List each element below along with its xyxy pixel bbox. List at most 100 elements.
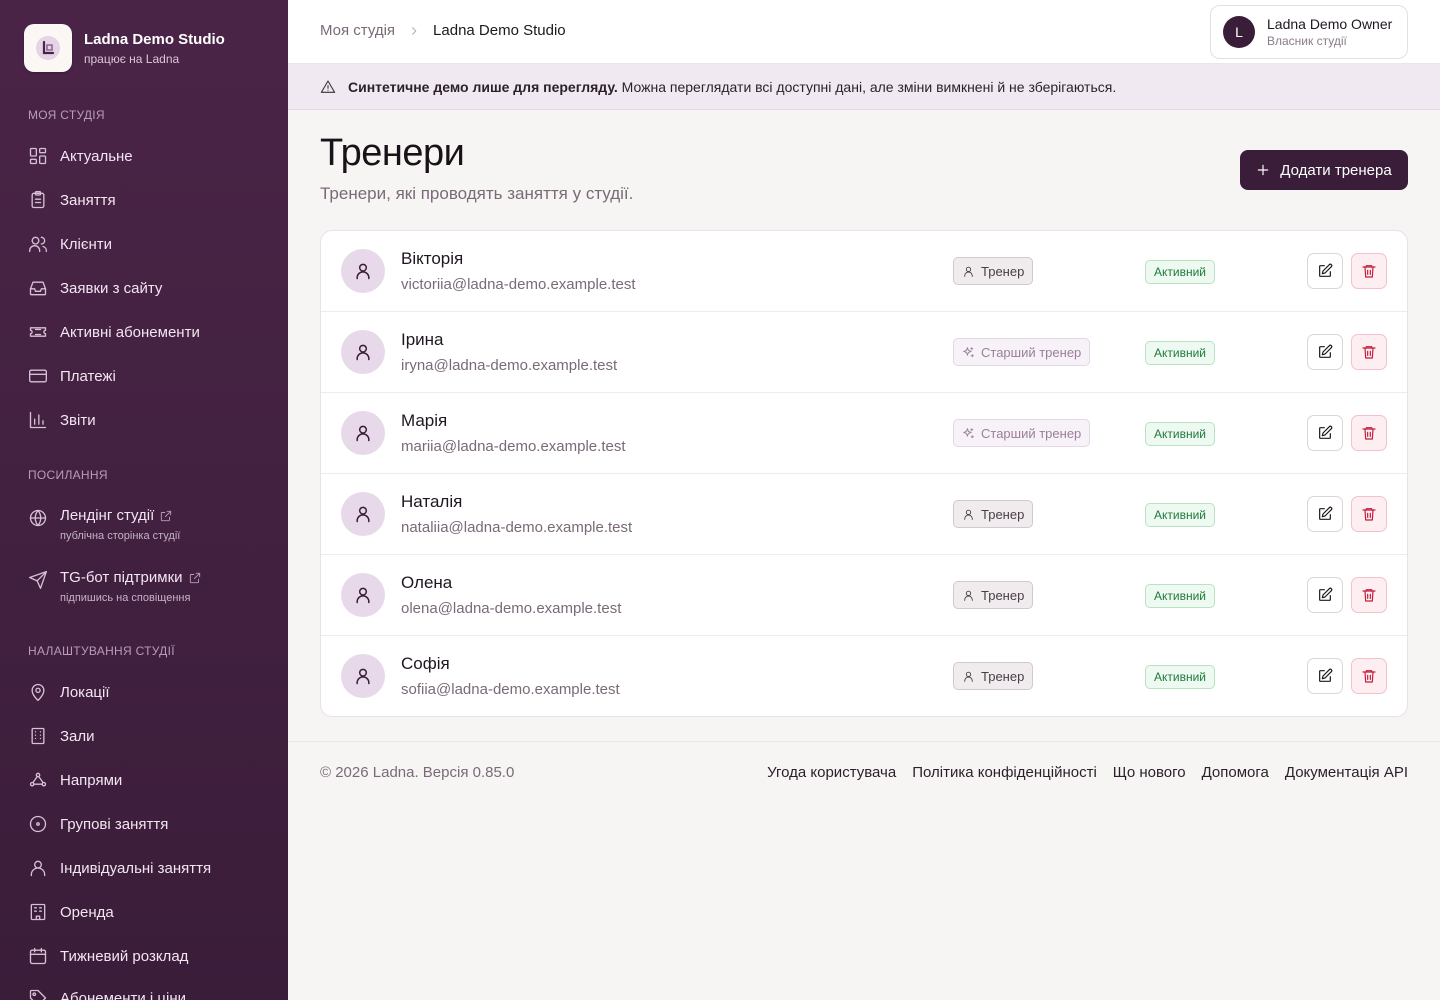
- trainer-name: Наталія: [401, 492, 463, 511]
- edit-button[interactable]: [1307, 253, 1343, 289]
- sidebar-item-label: Групові заняття: [60, 815, 169, 833]
- sidebar-item-passes-prices[interactable]: Абонементи і ціни: [28, 986, 186, 1000]
- trainer-name: Вікторія: [401, 249, 464, 268]
- sidebar-item-clients[interactable]: Клієнти: [28, 232, 112, 256]
- sidebar-item-payments[interactable]: Платежі: [28, 364, 116, 388]
- role-badge: Старший тренер: [953, 338, 1091, 366]
- user-icon: [353, 423, 373, 443]
- table-row[interactable]: Наталія nataliia@ladna-demo.example.test Т…: [321, 474, 1407, 555]
- sidebar-item-classes[interactable]: Заняття: [28, 188, 116, 212]
- trainer-avatar: [341, 411, 385, 455]
- role-badge: Тренер: [953, 500, 1034, 528]
- sidebar-link-label: TG-бот підтримки: [60, 569, 183, 586]
- breadcrumb-my-studio[interactable]: Моя студія: [320, 22, 395, 39]
- sidebar-link-landing[interactable]: Лендінг студії публічна сторінка студії: [28, 506, 180, 543]
- chevron-right-icon: [411, 26, 417, 35]
- edit-button[interactable]: [1307, 496, 1343, 532]
- sidebar-item-directions[interactable]: Напрями: [28, 768, 122, 792]
- brand-name: Ladna Demo Studio: [84, 30, 225, 48]
- edit-button[interactable]: [1307, 658, 1343, 694]
- calendar-icon: [29, 947, 47, 965]
- delete-button[interactable]: [1351, 658, 1387, 694]
- delete-button[interactable]: [1351, 253, 1387, 289]
- sidebar-item-active-passes[interactable]: Активні абонементи: [28, 320, 200, 344]
- sidebar-item-label: Заняття: [60, 191, 116, 209]
- table-row[interactable]: Софія sofiia@ladna-demo.example.test Трене…: [321, 636, 1407, 716]
- sidebar-link-subtitle: публічна сторінка студії: [60, 530, 181, 542]
- sidebar-item-label: Оренда: [60, 903, 114, 921]
- edit-icon: [1319, 506, 1333, 520]
- sidebar-link-subtitle: підпишись на сповіщення: [60, 592, 191, 604]
- sidebar-item-label: Індивідуальні заняття: [60, 859, 212, 877]
- sidebar-item-label: Активні абонементи: [60, 323, 200, 341]
- globe-icon: [29, 509, 47, 527]
- sparkles-icon: [963, 427, 974, 438]
- user-icon: [353, 504, 373, 524]
- table-row[interactable]: Вікторія victoriia@ladna-demo.example.tes…: [321, 231, 1407, 312]
- trainer-email: sofiia@ladna-demo.example.test: [401, 681, 620, 698]
- footer-link-terms[interactable]: Угода користувача: [767, 764, 896, 781]
- add-trainer-button[interactable]: Додати тренера: [1240, 150, 1408, 190]
- edit-icon: [1319, 587, 1333, 601]
- footer-links: Угода користувача Політика конфіденційно…: [751, 764, 1408, 781]
- breadcrumb-current: Ladna Demo Studio: [433, 22, 566, 39]
- copyright: © 2026 Ladna. Версія 0.85.0: [320, 764, 515, 781]
- table-row[interactable]: Ірина iryna@ladna-demo.example.test Старши…: [321, 312, 1407, 393]
- sidebar-item-individual-classes[interactable]: Індивідуальні заняття: [28, 856, 211, 880]
- sidebar-item-label: Абонементи і ціни: [60, 989, 187, 1000]
- trainer-avatar: [341, 573, 385, 617]
- trainer-avatar: [341, 330, 385, 374]
- delete-button[interactable]: [1351, 577, 1387, 613]
- footer-link-help[interactable]: Допомога: [1202, 764, 1269, 781]
- section-title-my-studio: Моя студія: [28, 108, 105, 122]
- sidebar-item-locations[interactable]: Локації: [28, 680, 110, 704]
- section-title-links: Посилання: [28, 468, 108, 482]
- sidebar-item-halls[interactable]: Зали: [28, 724, 95, 748]
- sidebar-item-rent[interactable]: Оренда: [28, 900, 114, 924]
- edit-button[interactable]: [1307, 415, 1343, 451]
- delete-button[interactable]: [1351, 334, 1387, 370]
- avatar: L: [1223, 16, 1255, 48]
- trash-icon: [1362, 508, 1376, 521]
- footer-link-whats-new[interactable]: Що нового: [1113, 764, 1186, 781]
- user-menu[interactable]: L Ladna Demo Owner Власник студії: [1210, 5, 1408, 59]
- trainer-email: olena@ladna-demo.example.test: [401, 600, 622, 617]
- table-row[interactable]: Марія mariia@ladna-demo.example.test Старш…: [321, 393, 1407, 474]
- sidebar-item-reports[interactable]: Звіти: [28, 408, 96, 432]
- send-icon: [29, 571, 47, 589]
- delete-button[interactable]: [1351, 496, 1387, 532]
- edit-icon: [1319, 344, 1333, 358]
- sidebar-item-label: Платежі: [60, 367, 116, 385]
- sidebar-item-group-classes[interactable]: Групові заняття: [28, 812, 168, 836]
- edit-button[interactable]: [1307, 577, 1343, 613]
- page-subtitle: Тренери, які проводять заняття у студії.: [320, 184, 634, 203]
- top-header: Моя студія Ladna Demo Studio L Ladna Dem…: [288, 0, 1440, 64]
- sidebar-link-tg-bot[interactable]: TG-бот підтримки підпишись на сповіщення: [28, 568, 202, 605]
- user-icon: [964, 509, 973, 520]
- sidebar-item-dashboard[interactable]: Актуальне: [28, 144, 133, 168]
- bar-chart-icon: [29, 411, 47, 429]
- trainer-email: mariia@ladna-demo.example.test: [401, 438, 626, 455]
- edit-icon: [1319, 263, 1333, 277]
- brand-subtitle: працює на Ladna: [84, 51, 180, 66]
- credit-card-icon: [29, 369, 47, 383]
- user-name: Ladna Demo Owner: [1267, 16, 1393, 32]
- brand[interactable]: Ladna Demo Studio працює на Ladna: [24, 24, 225, 72]
- status-badge: Активний: [1145, 503, 1215, 527]
- edit-button[interactable]: [1307, 334, 1343, 370]
- user-icon: [964, 590, 973, 601]
- sidebar-item-label: Напрями: [60, 771, 123, 789]
- sidebar-item-label: Актуальне: [60, 147, 133, 165]
- role-label: Старший тренер: [981, 425, 1082, 441]
- footer-link-privacy[interactable]: Політика конфіденційності: [912, 764, 1097, 781]
- sidebar-item-site-requests[interactable]: Заявки з сайту: [28, 276, 162, 300]
- footer-link-api-docs[interactable]: Документація API: [1285, 764, 1408, 781]
- status-badge: Активний: [1145, 260, 1215, 284]
- delete-button[interactable]: [1351, 415, 1387, 451]
- sidebar-item-weekly-schedule[interactable]: Тижневий розклад: [28, 944, 188, 968]
- trash-icon: [1362, 589, 1376, 602]
- role-badge: Тренер: [953, 257, 1034, 285]
- role-badge: Старший тренер: [953, 419, 1091, 447]
- trainer-name: Олена: [401, 573, 453, 592]
- table-row[interactable]: Олена olena@ladna-demo.example.test Тренер…: [321, 555, 1407, 636]
